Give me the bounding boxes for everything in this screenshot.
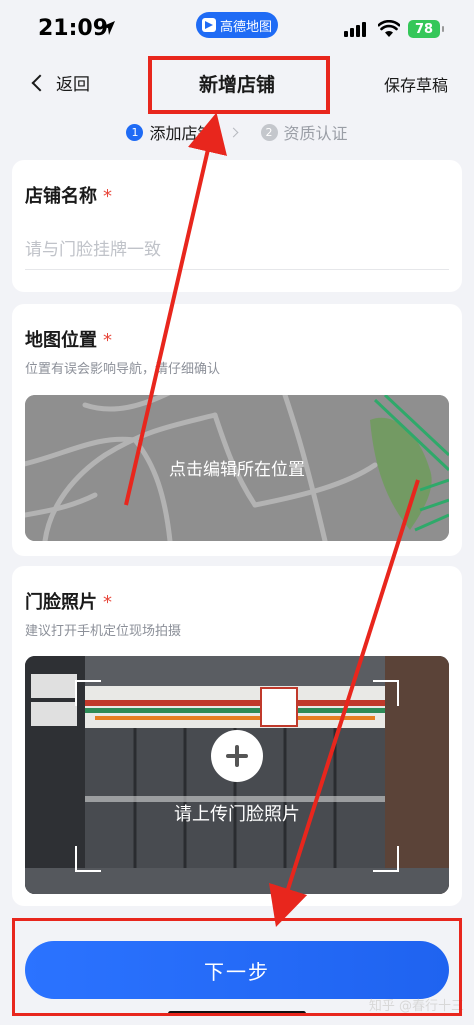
- frame-corner: [75, 846, 101, 872]
- save-draft-button[interactable]: 保存草稿: [384, 72, 448, 96]
- map-location-card: 地图位置 * 位置有误会影响导航，请仔细确认 点击编辑所在位置: [12, 304, 462, 556]
- frame-corner: [373, 680, 399, 706]
- plus-icon: [211, 730, 263, 782]
- store-name-title: 店铺名称 *: [25, 186, 112, 207]
- status-time: 21:09: [38, 16, 109, 41]
- required-mark: *: [103, 186, 112, 207]
- required-mark: *: [103, 330, 112, 351]
- store-name-input[interactable]: [25, 230, 449, 270]
- step-number: 1: [126, 123, 144, 141]
- app-indicator-label: 高德地图: [219, 19, 272, 35]
- frame-corner: [75, 680, 101, 706]
- upload-photo-label: 请上传门脸照片: [174, 804, 300, 825]
- battery-level: 78: [414, 21, 434, 37]
- store-name-card: 店铺名称 *: [12, 160, 462, 292]
- edit-location-label: 点击编辑所在位置: [169, 460, 305, 480]
- step-indicator: 1 添加店铺 2 资质认证: [0, 118, 474, 146]
- step-label: 资质认证: [283, 124, 348, 143]
- cellular-signal-icon: [344, 22, 366, 37]
- step-add-store: 1 添加店铺: [126, 120, 214, 144]
- navigation-icon: [201, 18, 216, 32]
- storefront-photo-hint: 建议打开手机定位现场拍摄: [25, 624, 182, 639]
- map-location-title: 地图位置 *: [25, 330, 112, 351]
- map-location-hint: 位置有误会影响导航，请仔细确认: [25, 362, 221, 377]
- battery-icon: 78: [408, 20, 444, 38]
- chevron-right-icon: [228, 127, 238, 137]
- storefront-photo-title: 门脸照片 *: [25, 592, 112, 613]
- annotation-box-next-button: [12, 918, 462, 1016]
- required-mark: *: [103, 592, 112, 613]
- status-bar: 21:09 高德地图 78: [0, 0, 474, 60]
- upload-photo-button[interactable]: 请上传门脸照片: [25, 656, 449, 894]
- storefront-photo-card: 门脸照片 * 建议打开手机定位现场拍摄 请上传门脸照片: [12, 566, 462, 906]
- app-indicator-pill[interactable]: 高德地图: [196, 12, 278, 38]
- location-arrow-icon: [101, 21, 115, 35]
- step-label: 添加店铺: [149, 124, 214, 143]
- step-qualification: 2 资质认证: [260, 120, 348, 144]
- edit-location-button[interactable]: 点击编辑所在位置: [25, 395, 449, 541]
- frame-corner: [373, 846, 399, 872]
- wifi-icon: [378, 20, 400, 37]
- step-number: 2: [260, 123, 278, 141]
- annotation-box-title: [148, 56, 330, 114]
